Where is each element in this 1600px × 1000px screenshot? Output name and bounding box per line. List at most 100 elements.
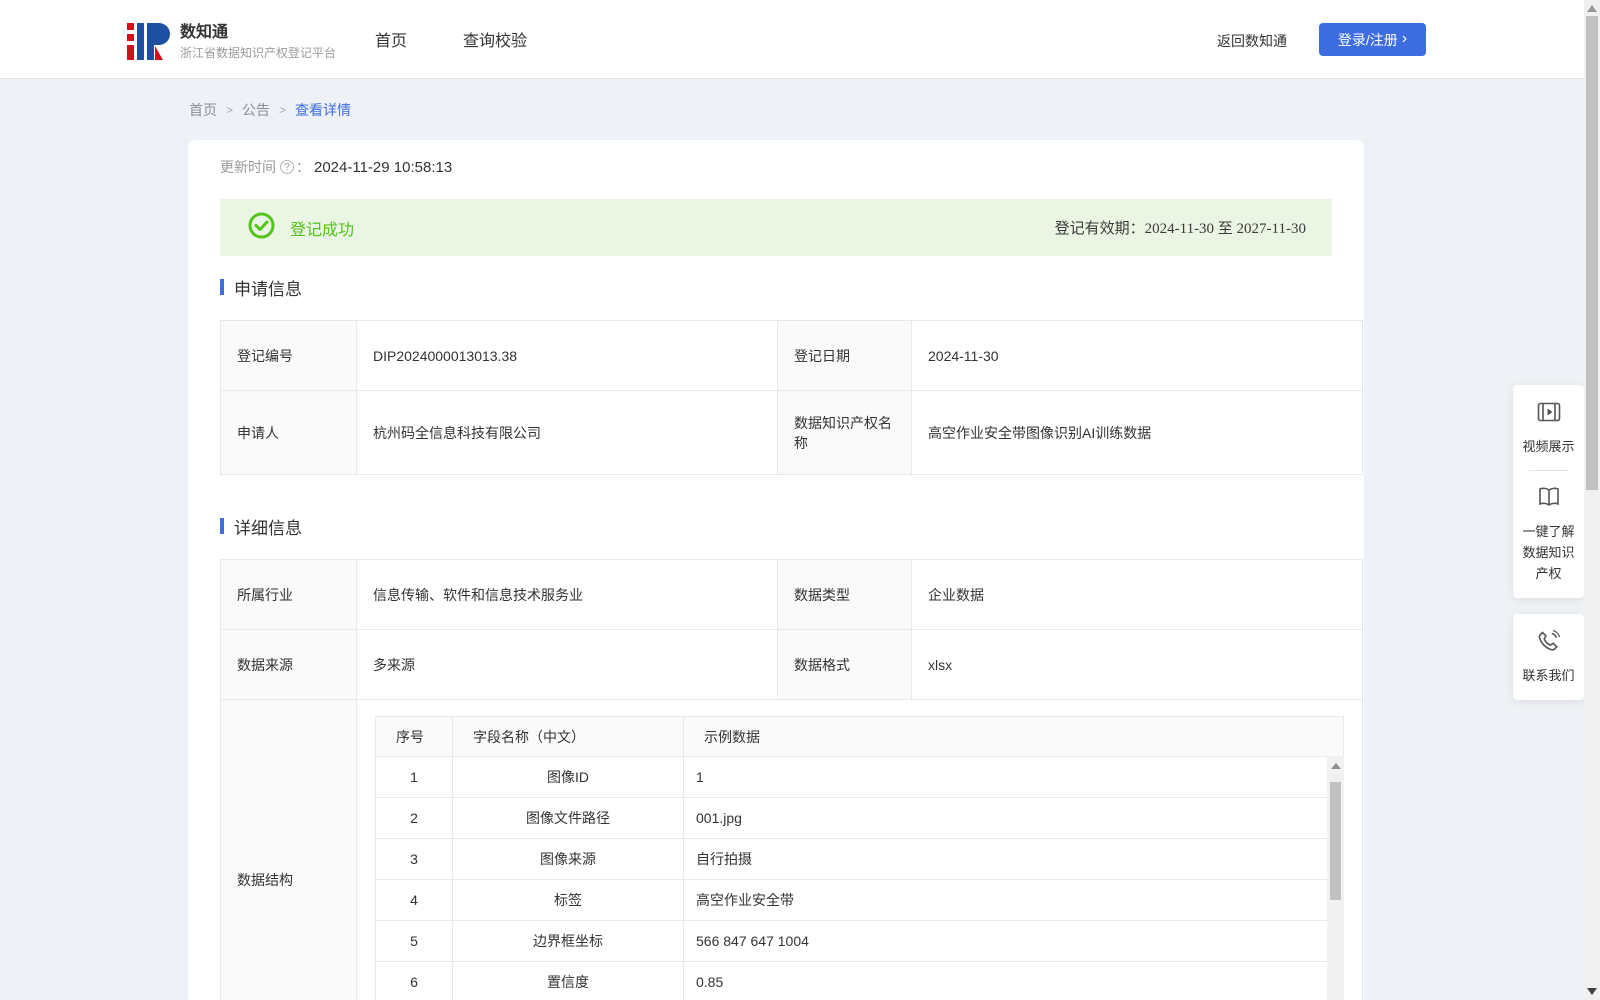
- field-name: 置信度: [452, 961, 684, 1000]
- table-row-structure: 数据结构 序号 字段名称（中文） 示例数据 1 图像ID 1 2 图像文件路径 …: [220, 699, 1363, 1000]
- page-scrollbar[interactable]: [1584, 0, 1600, 1000]
- field-name: 图像文件路径: [452, 797, 684, 839]
- update-time-row: 更新时间 ? ： 2024-11-29 10:58:13: [220, 158, 1332, 176]
- row-index: 2: [375, 797, 453, 839]
- row-index: 4: [375, 879, 453, 921]
- video-widget[interactable]: 视频展示: [1513, 399, 1584, 457]
- update-time-label: 更新时间: [220, 159, 276, 175]
- application-title: 申请信息: [234, 279, 302, 299]
- video-widget-label: 视频展示: [1522, 439, 1575, 454]
- table-row: 所属行业 信息传输、软件和信息技术服务业 数据类型 企业数据: [220, 559, 1363, 630]
- field-label: 数据类型: [777, 559, 912, 630]
- detail-info-table: 所属行业 信息传输、软件和信息技术服务业 数据类型 企业数据 数据来源 多来源 …: [220, 559, 1363, 1000]
- sample-data: 0.85: [683, 961, 1344, 1000]
- scroll-down-icon[interactable]: [1587, 988, 1597, 995]
- breadcrumb-current[interactable]: 查看详情: [295, 100, 351, 120]
- sample-data: 1: [683, 756, 1344, 798]
- sample-data: 高空作业安全带: [683, 879, 1344, 921]
- section-title-detail: 详细信息: [220, 517, 1332, 538]
- structure-header-row: 序号 字段名称（中文） 示例数据: [375, 716, 1344, 757]
- structure-row: 1 图像ID 1: [375, 756, 1344, 798]
- breadcrumb-separator-icon: >: [279, 103, 287, 117]
- login-button-label: 登录/注册: [1337, 31, 1398, 48]
- field-value: DIP2024000013013.38: [356, 320, 778, 391]
- structure-row: 5 边界框坐标 566 847 647 1004: [375, 920, 1344, 962]
- breadcrumb: 首页 > 公告 > 查看详情: [189, 100, 351, 120]
- field-label: 登记日期: [777, 320, 912, 391]
- detail-card: 更新时间 ? ： 2024-11-29 10:58:13 登记成功 登记有效期：…: [188, 140, 1364, 1000]
- structure-table: 序号 字段名称（中文） 示例数据 1 图像ID 1 2 图像文件路径 001.j…: [375, 716, 1344, 1000]
- structure-table-scrollbar[interactable]: [1327, 756, 1344, 1000]
- help-icon[interactable]: ?: [280, 160, 294, 174]
- table-row: 数据来源 多来源 数据格式 xlsx: [220, 629, 1363, 700]
- breadcrumb-separator-icon: >: [226, 103, 234, 117]
- column-header: 字段名称（中文）: [452, 716, 684, 757]
- field-value: 高空作业安全带图像识别AI训练数据: [911, 390, 1363, 475]
- sample-data: 001.jpg: [683, 797, 1344, 839]
- brand-logo[interactable]: 数知通 浙江省数据知识产权登记平台: [126, 16, 336, 67]
- top-nav: 首页 查询校验: [375, 0, 527, 78]
- field-value: 企业数据: [911, 559, 1363, 630]
- row-index: 3: [375, 838, 453, 880]
- field-label: 申请人: [220, 390, 357, 475]
- structure-row: 2 图像文件路径 001.jpg: [375, 797, 1344, 839]
- detail-title: 详细信息: [234, 518, 302, 538]
- success-banner: 登记成功 登记有效期：2024-11-30 至 2027-11-30: [220, 199, 1332, 256]
- field-value: 信息传输、软件和信息技术服务业: [356, 559, 778, 630]
- row-index: 6: [375, 961, 453, 1000]
- nav-item-home[interactable]: 首页: [375, 27, 407, 51]
- phone-icon: [1513, 628, 1584, 659]
- scroll-up-icon[interactable]: [1587, 5, 1597, 12]
- table-row: 申请人 杭州码全信息科技有限公司 数据知识产权名称 高空作业安全带图像识别AI训…: [220, 390, 1363, 475]
- chevron-right-icon: ›: [1401, 30, 1408, 47]
- brand-title: 数知通: [180, 23, 229, 41]
- login-register-button[interactable]: 登录/注册 ›: [1319, 23, 1426, 56]
- contact-widget[interactable]: 联系我们: [1513, 614, 1584, 700]
- field-label: 登记编号: [220, 320, 357, 391]
- validity-period-text: 登记有效期：2024-11-30 至 2027-11-30: [1054, 221, 1306, 237]
- row-index: 1: [375, 756, 453, 798]
- book-icon: [1513, 484, 1584, 515]
- structure-table-wrap: 序号 字段名称（中文） 示例数据 1 图像ID 1 2 图像文件路径 001.j…: [375, 716, 1344, 1000]
- column-header: 序号: [375, 716, 453, 757]
- nav-item-verify[interactable]: 查询校验: [463, 27, 527, 51]
- structure-row: 3 图像来源 自行拍摄: [375, 838, 1344, 880]
- learn-widget[interactable]: 一键了解数据知识产权: [1513, 484, 1584, 584]
- learn-widget-label: 一键了解数据知识产权: [1522, 524, 1575, 581]
- column-header: 示例数据: [683, 716, 1344, 757]
- success-banner-left: 登记成功: [248, 212, 354, 244]
- success-check-icon: [248, 212, 275, 244]
- back-link[interactable]: 返回数知通: [1217, 31, 1287, 51]
- field-label: 所属行业: [220, 559, 357, 630]
- field-name: 边界框坐标: [452, 920, 684, 962]
- scroll-up-icon[interactable]: [1330, 763, 1341, 769]
- brand-text: 数知通 浙江省数据知识产权登记平台: [180, 23, 336, 61]
- field-value: 多来源: [356, 629, 778, 700]
- contact-widget-label: 联系我们: [1522, 668, 1575, 683]
- registration-status-text: 登记成功: [290, 221, 355, 239]
- breadcrumb-notice[interactable]: 公告: [242, 100, 270, 120]
- field-label: 数据结构: [220, 699, 357, 1000]
- floating-side-panel: 视频展示 一键了解数据知识产权 联系我们: [1513, 385, 1584, 700]
- field-label: 数据知识产权名称: [777, 390, 912, 475]
- structure-row: 4 标签 高空作业安全带: [375, 879, 1344, 921]
- scrollbar-thumb[interactable]: [1586, 16, 1598, 490]
- table-row: 登记编号 DIP2024000013013.38 登记日期 2024-11-30: [220, 320, 1363, 391]
- logo-icon: [126, 16, 172, 67]
- field-name: 图像ID: [452, 756, 684, 798]
- scrollbar-thumb[interactable]: [1330, 782, 1341, 900]
- field-name: 图像来源: [452, 838, 684, 880]
- field-value: xlsx: [911, 629, 1363, 700]
- field-label: 数据格式: [777, 629, 912, 700]
- divider: [1528, 470, 1569, 471]
- video-icon: [1513, 399, 1584, 430]
- update-colon: ：: [296, 159, 310, 175]
- floating-card-top: 视频展示 一键了解数据知识产权: [1513, 385, 1584, 598]
- breadcrumb-home[interactable]: 首页: [189, 100, 217, 120]
- title-accent-bar: [220, 518, 224, 534]
- section-title-application: 申请信息: [220, 278, 1332, 299]
- structure-cell: 序号 字段名称（中文） 示例数据 1 图像ID 1 2 图像文件路径 001.j…: [356, 699, 1363, 1000]
- update-time-value: 2024-11-29 10:58:13: [314, 158, 453, 176]
- field-value: 2024-11-30: [911, 320, 1363, 391]
- structure-row: 6 置信度 0.85: [375, 961, 1344, 1000]
